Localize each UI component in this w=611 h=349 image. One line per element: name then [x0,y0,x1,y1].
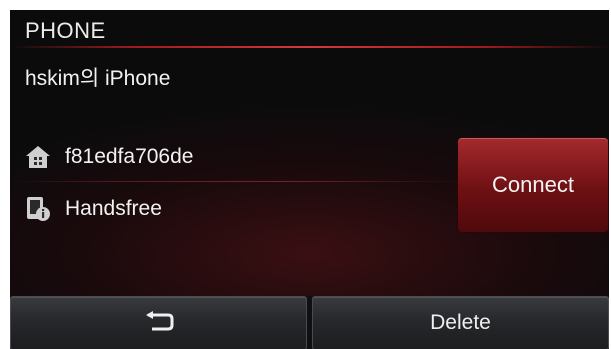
page-title: PHONE [25,18,106,43]
delete-button[interactable]: Delete [312,296,609,349]
connect-button[interactable]: Connect [458,138,608,232]
device-profile: Handsfree [65,197,162,220]
handsfree-info-icon [27,197,50,221]
device-address-row: f81edfa706de [25,141,193,173]
device-address: f81edfa706de [65,145,194,168]
row-divider [10,181,460,182]
phone-screen: PHONE hskim의 iPhone f81edfa706de Handsfr… [10,10,609,349]
back-arrow-icon [145,311,173,331]
home-icon [26,146,50,168]
device-name: hskim의 iPhone [25,67,171,90]
title-divider [10,46,609,48]
device-profile-row: Handsfree [25,193,162,225]
back-button[interactable] [10,296,307,349]
